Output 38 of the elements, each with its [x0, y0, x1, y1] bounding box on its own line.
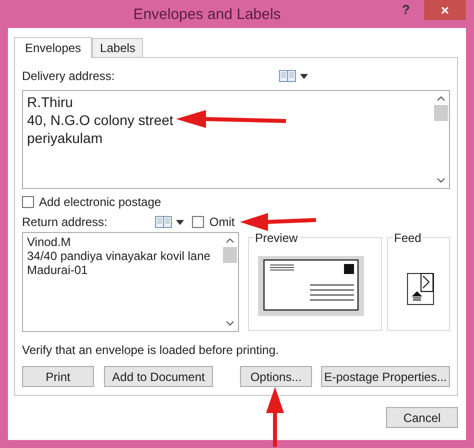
help-button[interactable]: ? — [396, 2, 416, 17]
envelope-feed-drawing[interactable] — [407, 273, 434, 305]
dialog-button[interactable]: Add to Document — [104, 366, 213, 387]
checkbox-label: Add electronic postage — [39, 195, 162, 209]
return-address-label: Return address: — [22, 215, 108, 229]
checkbox[interactable] — [192, 216, 204, 228]
tab[interactable]: Labels — [92, 38, 144, 57]
address-line: R.Thiru — [27, 93, 73, 111]
annotation-arrow — [265, 387, 285, 447]
address-line: periyakulam — [27, 129, 102, 147]
dialog-button[interactable]: Options... — [240, 366, 312, 387]
scroll-up-icon[interactable] — [437, 96, 445, 101]
dialog-button[interactable]: Print — [22, 366, 94, 387]
address-line: 40, N.G.O colony street — [27, 111, 174, 129]
scroll-down-icon[interactable] — [437, 178, 445, 183]
scroll-thumb[interactable] — [223, 247, 237, 263]
checkbox-label: Omit — [209, 215, 235, 229]
dropdown-caret-icon[interactable] — [176, 220, 184, 224]
cancel-button[interactable]: Cancel — [386, 407, 458, 428]
address-field[interactable]: R.Thiru 40, N.G.O colony street periyakulam — [22, 90, 450, 189]
delivery-address-label: Delivery address: — [22, 69, 115, 83]
address-line: 34/40 pandiya vinayakar kovil lane — [27, 249, 210, 263]
address-line: Vinod.M — [27, 235, 71, 249]
dialog-button[interactable]: E-postage Properties... — [321, 366, 450, 387]
group-title: Feed — [393, 231, 422, 245]
envelope-preview-drawing[interactable] — [258, 256, 364, 316]
scroll-up-icon[interactable] — [226, 238, 234, 243]
tab[interactable]: Envelopes — [14, 37, 92, 58]
dropdown-caret-icon[interactable] — [300, 74, 308, 78]
address-line: Madurai-01 — [27, 263, 88, 277]
scroll-thumb[interactable] — [434, 105, 448, 121]
address-field[interactable]: Vinod.M 34/40 pandiya vinayakar kovil lane Madurai-01 — [22, 232, 239, 332]
scroll-down-icon[interactable] — [226, 321, 234, 326]
group-title: Preview — [254, 231, 299, 245]
checkbox[interactable] — [22, 196, 34, 208]
instruction-text: Verify that an envelope is loaded before printing. — [22, 343, 280, 357]
close-button[interactable]: × — [424, 0, 466, 20]
window-title: Envelopes and Labels — [132, 6, 282, 22]
